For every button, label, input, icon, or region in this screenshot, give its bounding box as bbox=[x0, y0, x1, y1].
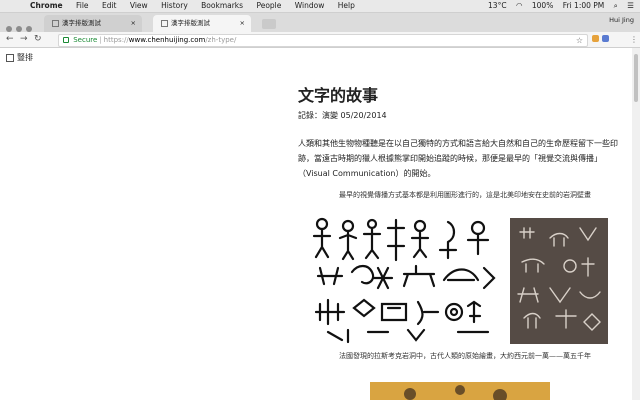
page-viewport: 豎排 文字的故事 記錄：演變 05/20/2014 人類和其他生物物種聽是在以自… bbox=[0, 48, 640, 400]
page-title: 文字的故事 bbox=[298, 86, 379, 105]
vertical-layout-toggle[interactable]: 豎排 bbox=[6, 52, 33, 63]
tab-1[interactable]: 漢字排版測試 × bbox=[44, 15, 142, 32]
page-icon bbox=[161, 19, 168, 27]
close-tab-icon[interactable]: × bbox=[131, 15, 136, 32]
figure-caption: 最早的視覺傳播方式基本都是利用圖形進行的，這是北美印地安在史前的岩洞壁畫 bbox=[339, 191, 591, 199]
separator: | bbox=[99, 36, 102, 44]
url-path: /zh-type/ bbox=[205, 36, 237, 44]
rock-art-drawing bbox=[517, 227, 601, 331]
intro-paragraph: 人類和其他生物物種聽是在以自己獨特的方式和語言給大自然和自己的生命歷程留下一些印… bbox=[298, 139, 618, 178]
menu-app-name[interactable]: Chrome bbox=[30, 0, 63, 12]
menu-edit[interactable]: Edit bbox=[102, 0, 117, 12]
back-arrow-icon[interactable]: ← bbox=[6, 32, 14, 47]
url-protocol: https:// bbox=[103, 36, 129, 44]
menu-bookmarks[interactable]: Bookmarks bbox=[201, 0, 243, 12]
menu-help[interactable]: Help bbox=[338, 0, 355, 12]
status-area: 13°C ◠ 100% Fri 1:00 PM ⌕ ☰ bbox=[481, 0, 634, 12]
address-bar[interactable]: Secure | https://www.chenhuijing.com/zh-ty… bbox=[58, 34, 588, 47]
checkbox[interactable] bbox=[6, 53, 14, 62]
menu-file[interactable]: File bbox=[76, 0, 89, 12]
new-tab-button[interactable] bbox=[262, 19, 276, 29]
pictograph-image bbox=[308, 216, 504, 344]
bookmark-star-icon[interactable]: ☆ bbox=[576, 35, 583, 46]
browser-toolbar: ← → ↻ Secure | https://www.chenhuijing.com… bbox=[0, 32, 640, 48]
date-line: 記錄：演變 05/20/2014 bbox=[298, 111, 387, 120]
macos-menubar: Chrome File Edit View History Bookmarks … bbox=[0, 0, 640, 13]
clock[interactable]: Fri 1:00 PM bbox=[563, 0, 605, 12]
profile-name[interactable]: Hui Jing bbox=[609, 16, 634, 24]
search-icon[interactable]: ⌕ bbox=[614, 0, 618, 12]
close-tab-icon[interactable]: × bbox=[240, 15, 245, 32]
tab-label: 漢字排版測試 bbox=[171, 19, 210, 27]
menu-window[interactable]: Window bbox=[295, 0, 325, 12]
battery-readout[interactable]: 100% bbox=[532, 0, 553, 12]
toggle-label: 豎排 bbox=[17, 53, 33, 62]
tab-2[interactable]: 漢字排版測試 × bbox=[153, 15, 251, 32]
extension-icon[interactable] bbox=[592, 35, 599, 42]
more-menu-icon[interactable]: ⋮ bbox=[630, 32, 638, 47]
forward-arrow-icon[interactable]: → bbox=[20, 32, 28, 47]
temperature-readout[interactable]: 13°C bbox=[488, 0, 507, 12]
url-host: www.chenhuijing.com bbox=[128, 36, 206, 44]
cave-painting-photo bbox=[370, 382, 550, 400]
scrollbar-thumb[interactable] bbox=[634, 54, 638, 102]
menu-people[interactable]: People bbox=[256, 0, 281, 12]
extension-icon[interactable] bbox=[602, 35, 609, 42]
vertical-scrollbar[interactable] bbox=[632, 48, 640, 400]
menu-view[interactable]: View bbox=[130, 0, 148, 12]
tab-strip: 漢字排版測試 × 漢字排版測試 × Hui Jing bbox=[0, 13, 640, 32]
menu-list: Chrome File Edit View History Bookmarks … bbox=[30, 0, 366, 12]
page-icon bbox=[52, 19, 59, 27]
reload-icon[interactable]: ↻ bbox=[34, 32, 42, 47]
figure-caption: 法國發現的拉斯考克岩洞中，古代人類的原始繪畫，大約西元前一萬——萬五千年 bbox=[339, 352, 591, 360]
menu-list-icon[interactable]: ☰ bbox=[627, 0, 634, 12]
tab-label: 漢字排版測試 bbox=[62, 19, 101, 27]
cave-painting-drawing bbox=[404, 385, 507, 400]
lock-icon bbox=[63, 37, 69, 43]
secure-label: Secure bbox=[73, 36, 98, 44]
rock-art-photo bbox=[510, 218, 608, 344]
pictograph-drawing bbox=[312, 217, 496, 344]
wifi-icon[interactable]: ◠ bbox=[516, 0, 523, 12]
menu-history[interactable]: History bbox=[161, 0, 188, 12]
